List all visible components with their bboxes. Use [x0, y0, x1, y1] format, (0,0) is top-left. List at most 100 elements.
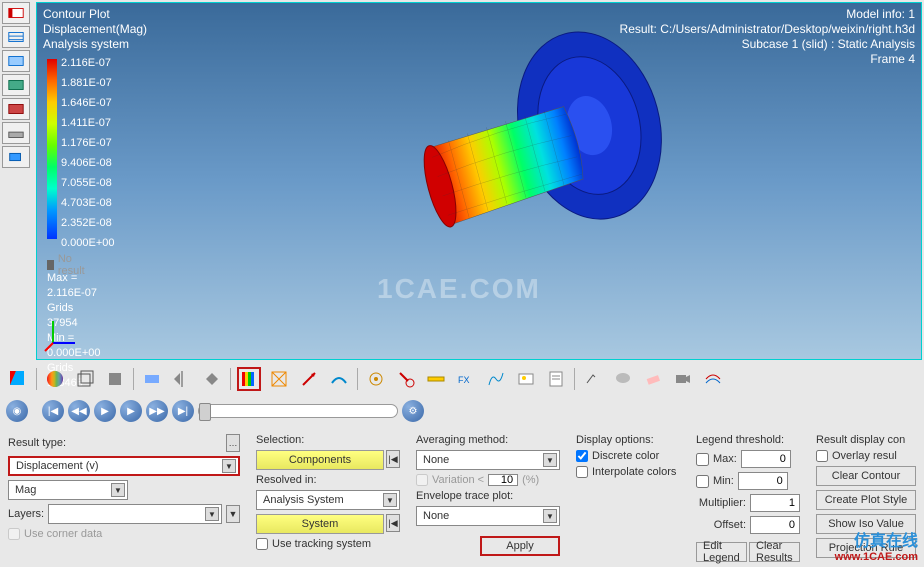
sphere-icon[interactable] [43, 367, 67, 391]
averaging-dropdown[interactable]: None▼ [416, 450, 560, 470]
contour-icon[interactable] [6, 367, 30, 391]
averaging-label: Averaging method: [416, 434, 560, 446]
play-button[interactable]: ▶ [120, 400, 142, 422]
notes-icon[interactable] [544, 367, 568, 391]
chat-icon[interactable] [611, 367, 635, 391]
tool-icon-7[interactable] [2, 146, 30, 168]
image-icon[interactable] [514, 367, 538, 391]
viewport-header-left: Contour Plot Displacement(Mag) Analysis … [43, 7, 147, 52]
projection-rule-button[interactable]: Projection Rule [816, 538, 916, 558]
tool-icon-5[interactable] [2, 98, 30, 120]
skip-end-button[interactable]: ▶| [172, 400, 194, 422]
legend-val: 1.176E-07 [61, 133, 115, 153]
legend-val: 7.055E-08 [61, 173, 115, 193]
legend-val: 2.116E-07 [61, 53, 115, 73]
deformed-icon[interactable] [327, 367, 351, 391]
rewind-button[interactable]: ◀◀ [68, 400, 90, 422]
section-icon[interactable] [140, 367, 164, 391]
system-prev-button[interactable]: |◀ [386, 514, 400, 532]
tool-icon-3[interactable] [2, 50, 30, 72]
video-icon[interactable] [671, 367, 695, 391]
left-toolbar [2, 2, 34, 168]
first-frame-button[interactable]: ◉ [6, 400, 28, 422]
streamline-icon[interactable] [484, 367, 508, 391]
max-checkbox[interactable] [696, 453, 709, 466]
contour-label: Contour Plot [43, 7, 147, 22]
result-type-label: Result type: [8, 437, 66, 449]
watermark: 1CAE.COM [377, 273, 541, 305]
layers-filter-button[interactable]: ▼ [226, 505, 240, 523]
displacement-label: Displacement(Mag) [43, 22, 147, 37]
resolved-dropdown[interactable]: Analysis System▼ [256, 490, 400, 510]
annotation-icon[interactable] [581, 367, 605, 391]
svg-text:FX: FX [458, 375, 470, 385]
stream-icon[interactable] [701, 367, 725, 391]
overlay-checkbox[interactable]: Overlay resul [816, 450, 916, 462]
offset-input[interactable] [750, 516, 800, 534]
min-checkbox[interactable] [696, 475, 709, 488]
skip-start-button[interactable]: |◀ [42, 400, 64, 422]
layers-dropdown[interactable]: ▼ [48, 504, 222, 524]
create-plot-style-button[interactable]: Create Plot Style [816, 490, 916, 510]
legend-labels: 2.116E-07 1.881E-07 1.646E-07 1.411E-07 … [61, 53, 115, 253]
legend-val: 9.406E-08 [61, 153, 115, 173]
erase-icon[interactable] [641, 367, 665, 391]
legend-max: Max = 2.116E-07 [47, 271, 101, 301]
use-tracking-checkbox[interactable]: Use tracking system [256, 538, 400, 550]
mirror-icon[interactable] [170, 367, 194, 391]
interpolate-checkbox[interactable]: Interpolate colors [576, 466, 680, 478]
cube-solid-icon[interactable] [103, 367, 127, 391]
edit-legend-button[interactable]: Edit Legend [696, 542, 747, 562]
analysis-label: Analysis system [43, 37, 147, 52]
legend-val: 1.646E-07 [61, 93, 115, 113]
fe-model [377, 23, 677, 303]
forward-button[interactable]: ▶▶ [146, 400, 168, 422]
show-iso-button[interactable]: Show Iso Value [816, 514, 916, 534]
measure-icon[interactable] [424, 367, 448, 391]
vector-icon[interactable] [297, 367, 321, 391]
result-component-dropdown[interactable]: Mag▼ [8, 480, 128, 500]
query-icon[interactable] [394, 367, 418, 391]
tool-icon-6[interactable] [2, 122, 30, 144]
multiplier-input[interactable] [750, 494, 800, 512]
clear-results-button[interactable]: Clear Results [749, 542, 800, 562]
legend-val: 0.000E+00 [61, 233, 115, 253]
iso-icon[interactable] [200, 367, 224, 391]
result-type-dropdown[interactable]: Displacement (v)▼ [8, 456, 240, 476]
legend-bar [47, 59, 57, 239]
frame-slider[interactable] [198, 404, 398, 418]
model-info: Model info: 1 [620, 7, 915, 22]
tool-icon-4[interactable] [2, 74, 30, 96]
tensor-icon[interactable] [267, 367, 291, 391]
play-back-button[interactable]: ▶ [94, 400, 116, 422]
apply-button[interactable]: Apply [480, 536, 560, 556]
settings-button[interactable]: ⚙ [402, 400, 424, 422]
resolved-label: Resolved in: [256, 474, 400, 486]
contour-panel-icon[interactable] [237, 367, 261, 391]
result-type-more-button[interactable]: … [226, 434, 240, 452]
variation-input[interactable] [488, 474, 518, 486]
envelope-label: Envelope trace plot: [416, 490, 560, 502]
max-input[interactable] [741, 450, 791, 468]
system-button[interactable]: System [256, 514, 384, 534]
contour-panel: Result type: … Displacement (v)▼ Mag▼ La… [0, 430, 924, 567]
fbd-icon[interactable]: FX [454, 367, 478, 391]
components-button[interactable]: Components [256, 450, 384, 470]
discrete-color-checkbox[interactable]: Discrete color [576, 450, 680, 462]
legend-val: 2.352E-08 [61, 213, 115, 233]
legend-val: 4.703E-08 [61, 193, 115, 213]
layers-label: Layers: [8, 508, 44, 520]
use-corner-checkbox[interactable]: Use corner data [8, 528, 240, 540]
legend-val: 1.881E-07 [61, 73, 115, 93]
min-input[interactable] [738, 472, 788, 490]
cube-wire-icon[interactable] [73, 367, 97, 391]
tool-icon-1[interactable] [2, 2, 30, 24]
clear-contour-button[interactable]: Clear Contour [816, 466, 916, 486]
viewport[interactable]: Contour Plot Displacement(Mag) Analysis … [36, 2, 922, 360]
selection-prev-button[interactable]: |◀ [386, 450, 400, 468]
legend-val: 1.411E-07 [61, 113, 115, 133]
tool-icon-2[interactable] [2, 26, 30, 48]
tracking-icon[interactable] [364, 367, 388, 391]
envelope-dropdown[interactable]: None▼ [416, 506, 560, 526]
variation-checkbox[interactable]: Variation < (%) [416, 474, 560, 486]
